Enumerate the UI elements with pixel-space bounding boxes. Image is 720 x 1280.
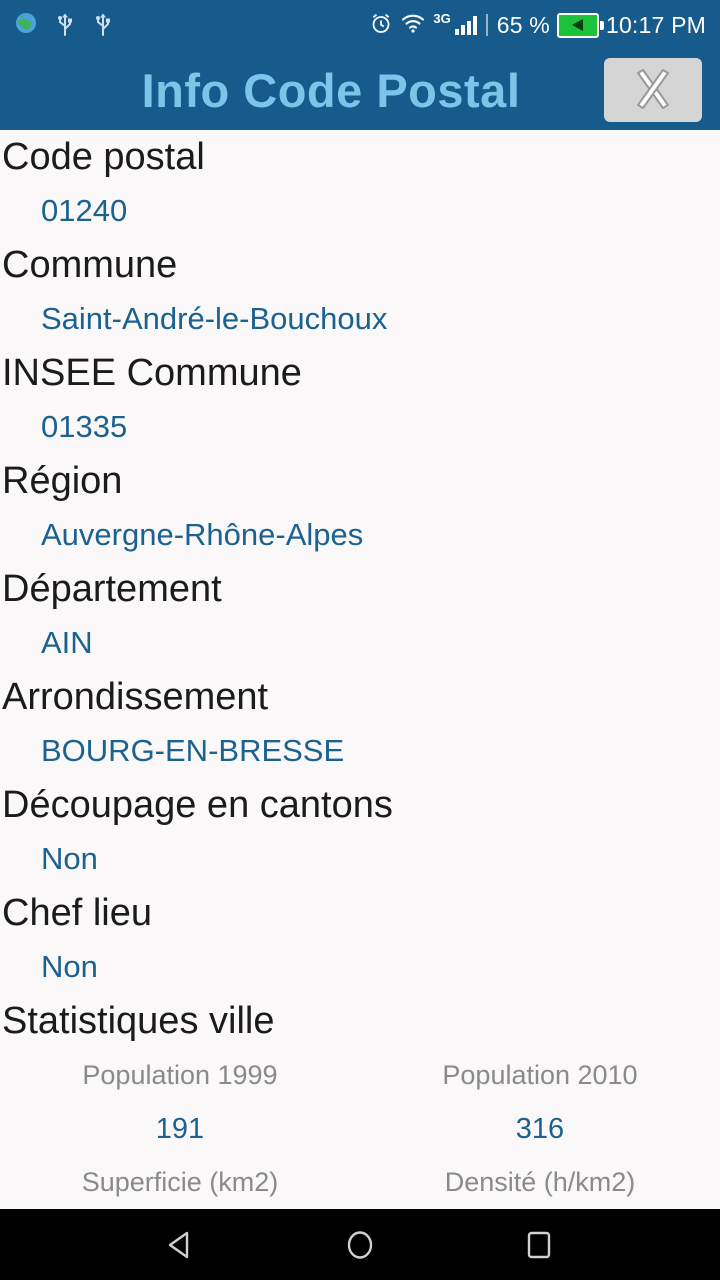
recents-icon <box>527 1231 551 1258</box>
wifi-icon <box>400 12 426 39</box>
field-value: Non <box>41 949 98 984</box>
field-label: Commune <box>2 244 178 286</box>
battery-percent-label: 65 % <box>496 11 550 38</box>
field-row: Département AIN <box>0 562 720 670</box>
home-icon <box>347 1230 373 1259</box>
field-label: INSEE Commune <box>2 352 302 394</box>
field-value: Saint-André-le-Bouchoux <box>41 301 388 336</box>
stats-grid: Population 1999 191 Population 2010 316 … <box>0 1048 720 1209</box>
stat-cell: Densité (h/km2) <box>360 1155 720 1209</box>
field-value: 01240 <box>41 193 128 228</box>
stat-name: Superficie (km2) <box>81 1167 279 1197</box>
stat-value: 191 <box>155 1113 205 1145</box>
field-label: Code postal <box>2 136 205 178</box>
phone-screen: 3G 65 % 10:17 PM Info Code Postal Code p… <box>0 0 720 1280</box>
nav-recents-button[interactable] <box>522 1228 556 1262</box>
signal-bars-icon <box>454 15 477 35</box>
clock-label: 10:17 PM <box>605 11 706 38</box>
field-value: Auvergne-Rhône-Alpes <box>41 517 364 552</box>
battery-charging-icon <box>556 12 604 38</box>
field-row: Arrondissement BOURG-EN-BRESSE <box>0 670 720 778</box>
stat-name: Population 2010 <box>442 1060 638 1090</box>
status-bar-right: 3G 65 % 10:17 PM <box>369 11 706 40</box>
stats-section-title: Statistiques ville <box>2 1000 275 1042</box>
field-row: INSEE Commune 01335 <box>0 346 720 454</box>
nav-home-button[interactable] <box>343 1228 377 1262</box>
status-divider <box>485 14 488 36</box>
field-label: Découpage en cantons <box>2 784 393 826</box>
stat-name: Population 1999 <box>82 1060 278 1090</box>
field-label: Département <box>2 568 222 610</box>
usb-icon <box>92 10 114 41</box>
field-value: Non <box>41 841 98 876</box>
alarm-icon <box>369 11 393 40</box>
stat-cell: Population 1999 191 <box>0 1048 360 1155</box>
network-type-label: 3G <box>433 10 451 26</box>
field-label: Arrondissement <box>2 676 269 718</box>
detail-list[interactable]: Code postal 01240 Commune Saint-André-le… <box>0 130 720 1209</box>
field-row: Découpage en cantons Non <box>0 778 720 886</box>
status-bar: 3G 65 % 10:17 PM <box>0 0 720 50</box>
stat-cell: Superficie (km2) <box>0 1155 360 1209</box>
globe-icon <box>14 11 38 40</box>
stat-name: Densité (h/km2) <box>444 1167 636 1197</box>
field-row: Code postal 01240 <box>0 130 720 238</box>
stat-value: 316 <box>515 1113 565 1145</box>
field-value: BOURG-EN-BRESSE <box>41 733 345 768</box>
stat-cell: Population 2010 316 <box>360 1048 720 1155</box>
system-navigation-bar <box>0 1209 720 1280</box>
field-value: 01335 <box>41 409 128 444</box>
close-icon <box>637 69 669 109</box>
field-row: Chef lieu Non <box>0 886 720 994</box>
field-label: Chef lieu <box>2 892 152 934</box>
back-icon <box>168 1231 189 1258</box>
app-bar: Info Code Postal <box>0 50 720 130</box>
nav-back-button[interactable] <box>164 1228 198 1262</box>
close-button[interactable] <box>604 58 702 122</box>
usb-icon <box>54 10 76 41</box>
field-row: Région Auvergne-Rhône-Alpes <box>0 454 720 562</box>
status-bar-left <box>14 10 114 41</box>
field-row: Commune Saint-André-le-Bouchoux <box>0 238 720 346</box>
field-value: AIN <box>41 625 93 660</box>
field-label: Région <box>2 460 123 502</box>
page-title: Info Code Postal <box>141 63 521 117</box>
